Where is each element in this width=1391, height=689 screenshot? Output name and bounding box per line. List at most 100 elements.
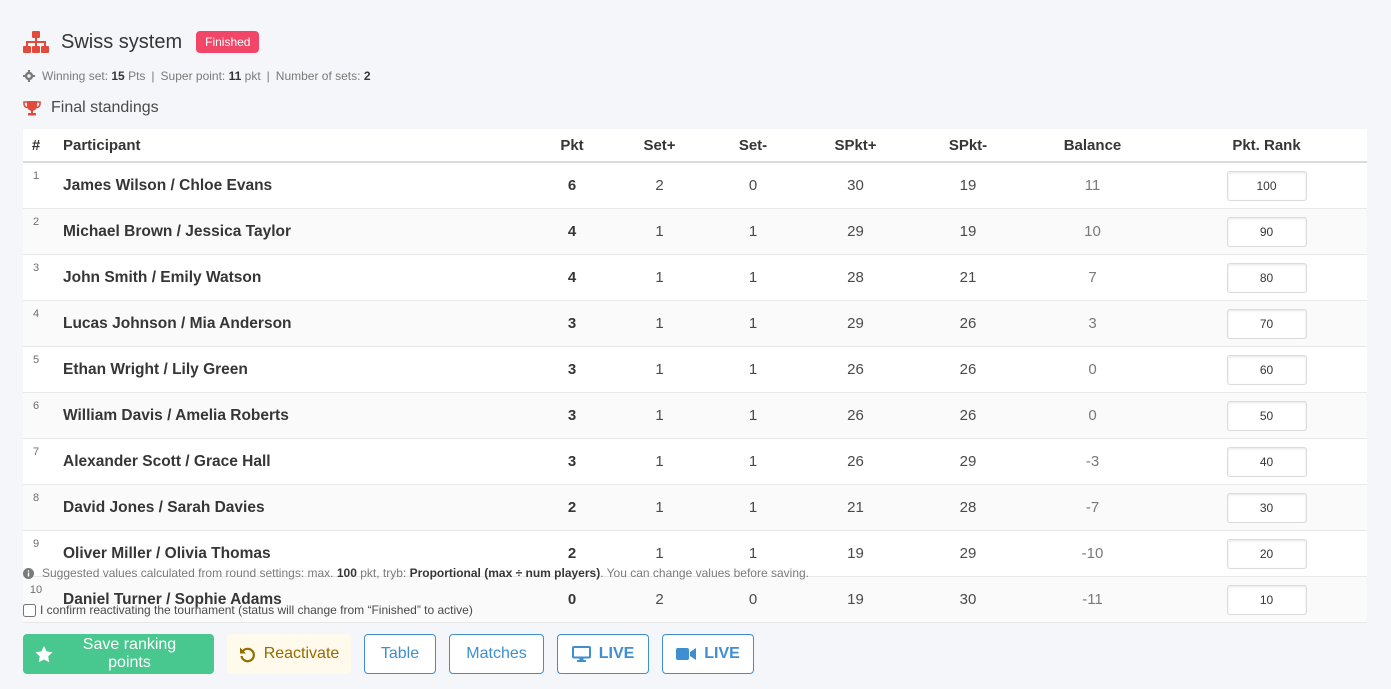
live-screen-button[interactable]: LIVE [557,634,649,674]
sitemap-icon [23,30,49,54]
desktop-icon [571,646,591,662]
table-header-row: # Participant Pkt Set+ Set- SPkt+ SPkt- … [23,129,1367,163]
suggestion-note: Suggested values calculated from round s… [23,566,809,580]
gear-icon [23,70,35,82]
participant-name: Lucas Johnson / Mia Anderson [49,300,537,347]
rank-cell [1166,484,1367,531]
spkt-plus-value: 21 [794,484,917,531]
winning-set-label: Winning set: [42,69,109,83]
balance-value: 7 [1019,254,1166,301]
column-header-set-minus: Set- [712,129,794,163]
row-index: 6 [23,392,49,439]
spkt-minus-value: 21 [917,254,1019,301]
rank-points-input[interactable] [1226,446,1307,477]
participant-name: Ethan Wright / Lily Green [49,346,537,393]
rank-points-input[interactable] [1226,492,1307,523]
row-index: 1 [23,162,49,209]
pkt-value: 3 [537,438,607,485]
super-point-unit: pkt [244,69,261,83]
spkt-plus-value: 28 [794,254,917,301]
rank-points-input[interactable] [1226,216,1307,247]
rank-points-input[interactable] [1226,354,1307,385]
table-row: 5 Ethan Wright / Lily Green 3 1 1 26 26 0 [23,346,1367,393]
balance-value: -10 [1019,530,1166,577]
video-camera-icon [676,647,697,661]
confirm-label: I confirm reactivating the tournament (s… [40,603,473,617]
set-minus-value: 0 [712,162,794,209]
balance-value: 0 [1019,392,1166,439]
pkt-value: 3 [537,300,607,347]
separator: | [266,69,270,83]
rank-points-input[interactable] [1226,538,1307,569]
confirm-reactivate[interactable]: I confirm reactivating the tournament (s… [23,603,473,617]
note-max-value: 100 [336,566,357,580]
rank-cell [1166,438,1367,485]
table-button-label: Table [380,645,420,662]
set-minus-value: 1 [712,208,794,255]
spkt-plus-value: 29 [794,208,917,255]
set-plus-value: 2 [607,576,712,623]
table-button[interactable]: Table [364,634,436,674]
table-row: 7 Alexander Scott / Grace Hall 3 1 1 26 29 -3 [23,438,1367,485]
spkt-minus-value: 26 [917,346,1019,393]
matches-button[interactable]: Matches [449,634,544,674]
set-minus-value: 1 [712,254,794,301]
save-button-label: Save ranking points [82,636,177,671]
column-header-pkt: Pkt [537,129,607,163]
set-plus-value: 1 [607,254,712,301]
set-plus-value: 2 [607,162,712,209]
column-header-set-plus: Set+ [607,129,712,163]
reactivate-button-label: Reactivate [263,645,340,662]
row-index: 4 [23,300,49,347]
rank-cell [1166,346,1367,393]
spkt-minus-value: 29 [917,438,1019,485]
column-header-spkt-minus: SPkt- [917,129,1019,163]
action-bar: Save ranking points Reactivate Table Mat… [23,634,767,674]
confirm-checkbox[interactable] [23,603,36,617]
note-text-3: . You can change values before saving. [600,566,810,580]
spkt-plus-value: 19 [794,530,917,577]
balance-value: 10 [1019,208,1166,255]
spkt-plus-value: 26 [794,438,917,485]
participant-name: Alexander Scott / Grace Hall [49,438,537,485]
spkt-minus-value: 19 [917,162,1019,209]
pkt-value: 0 [537,576,607,623]
rank-points-input[interactable] [1226,262,1307,293]
save-ranking-points-button[interactable]: Save ranking points [23,634,214,674]
pkt-value: 4 [537,208,607,255]
trophy-icon [23,100,41,116]
page-header: Swiss system Finished [23,28,260,56]
row-index: 5 [23,346,49,393]
rank-points-input[interactable] [1226,170,1307,201]
spkt-minus-value: 26 [917,392,1019,439]
pkt-value: 3 [537,392,607,439]
table-row: 8 David Jones / Sarah Davies 2 1 1 21 28 -7 [23,484,1367,531]
live-video-button[interactable]: LIVE [662,634,754,674]
set-plus-value: 1 [607,300,712,347]
live-screen-label: LIVE [598,645,635,662]
spkt-minus-value: 30 [917,576,1019,623]
table-row: 4 Lucas Johnson / Mia Anderson 3 1 1 29 26 3 [23,300,1367,347]
balance-value: -11 [1019,576,1166,623]
rank-points-input[interactable] [1226,308,1307,339]
set-plus-value: 1 [607,392,712,439]
undo-icon [239,646,256,663]
row-index: 3 [23,254,49,301]
participant-name: John Smith / Emily Watson [49,254,537,301]
set-plus-value: 1 [607,208,712,255]
spkt-plus-value: 26 [794,346,917,393]
table-row: 1 James Wilson / Chloe Evans 6 2 0 30 19 11 [23,162,1367,209]
balance-value: 11 [1019,162,1166,209]
participant-name: William Davis / Amelia Roberts [49,392,537,439]
num-sets-label: Number of sets: [275,69,361,83]
winning-set-unit: Pts [128,69,146,83]
rank-points-input[interactable] [1226,584,1307,615]
spkt-minus-value: 19 [917,208,1019,255]
participant-name: Michael Brown / Jessica Taylor [49,208,537,255]
rank-cell [1166,530,1367,577]
live-video-label: LIVE [704,645,740,662]
reactivate-button[interactable]: Reactivate [227,634,351,674]
tournament-settings: Winning set: 15 Pts | Super point: 11 pk… [23,69,371,83]
spkt-plus-value: 26 [794,392,917,439]
rank-points-input[interactable] [1226,400,1307,431]
